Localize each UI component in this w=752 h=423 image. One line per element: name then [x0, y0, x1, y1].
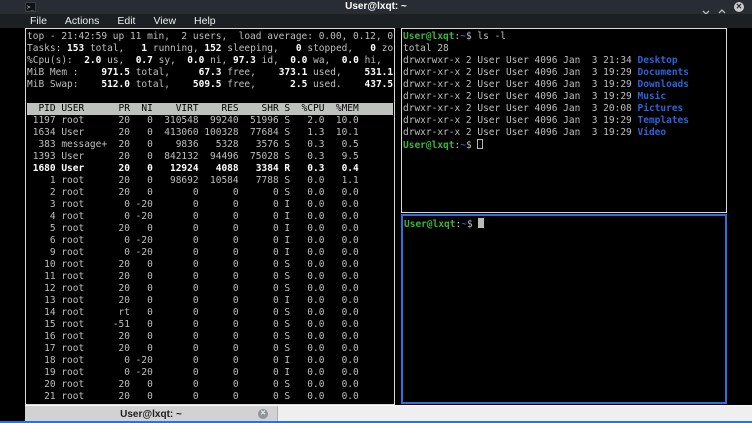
process-row: 21 root 20 0 0 0 0 S 0.0 0.0 [27, 391, 393, 403]
prompt-line: User@lxqt:~$ ls -l [403, 31, 725, 43]
process-row: 1 root 20 0 98692 10584 7788 S 0.0 1.1 [27, 175, 393, 187]
process-row: 2 root 20 0 0 0 0 S 0.0 0.0 [27, 187, 393, 199]
tab-strip: User@lxqt: ~ ✕ [25, 405, 752, 421]
menu-item-view[interactable]: View [144, 14, 185, 28]
qterminal-window: >_ User@lxqt: ~ ✕ File Actions Edit View… [0, 0, 752, 423]
process-row: 3 root 0 -20 0 0 0 I 0.0 0.0 [27, 199, 393, 211]
process-row: 10 root 20 0 0 0 0 S 0.0 0.0 [27, 259, 393, 271]
process-row: 6 root 0 -20 0 0 0 I 0.0 0.0 [27, 235, 393, 247]
minimize-button[interactable] [702, 3, 710, 11]
terminal-cursor [478, 218, 484, 228]
process-row: 18 root 0 -20 0 0 0 I 0.0 0.0 [27, 355, 393, 367]
process-row: 4 root 0 -20 0 0 0 I 0.0 0.0 [27, 211, 393, 223]
top-summary-line: top - 21:42:59 up 11 min, 2 users, load … [27, 31, 393, 43]
process-row: 16 root 20 0 0 0 0 S 0.0 0.0 [27, 331, 393, 343]
top-summary-line: %Cpu(s): 2.0 us, 0.7 sy, 0.0 ni, 97.3 id… [27, 55, 393, 67]
top-summary-line: MiB Swap: 512.0 total, 509.5 free, 2.5 u… [27, 79, 393, 91]
title-bar: >_ User@lxqt: ~ ✕ [0, 0, 752, 14]
blank-line [27, 91, 393, 103]
process-row: 14 root rt 0 0 0 0 S 0.0 0.0 [27, 307, 393, 319]
ls-output-line: drwxr-xr-x 2 User User 4096 Jan 3 19:29 … [403, 67, 725, 79]
menu-item-file[interactable]: File [21, 14, 56, 28]
terminal-cursor [477, 139, 483, 149]
terminal-pane-shell-top-right[interactable]: User@lxqt:~$ ls -ltotal 28drwxrwxr-x 2 U… [401, 28, 727, 213]
menu-item-edit[interactable]: Edit [108, 14, 144, 28]
ls-output-line: drwxr-xr-x 2 User User 4096 Jan 3 19:29 … [403, 79, 725, 91]
menu-item-help[interactable]: Help [185, 14, 225, 28]
process-row: 20 root 20 0 0 0 0 S 0.0 0.0 [27, 379, 393, 391]
process-row: 12 root 20 0 0 0 0 S 0.0 0.0 [27, 283, 393, 295]
ls-output-line: total 28 [403, 43, 725, 55]
tab-user-lxqt[interactable]: User@lxqt: ~ ✕ [25, 406, 278, 422]
process-row: 19 root 0 -20 0 0 0 I 0.0 0.0 [27, 367, 393, 379]
menu-item-actions[interactable]: Actions [56, 14, 108, 28]
process-row: 383 message+ 20 0 9836 5328 3576 S 0.3 0… [27, 139, 393, 151]
process-row: 5 root 20 0 0 0 0 I 0.0 0.0 [27, 223, 393, 235]
process-row: 1634 User 20 0 413060 100328 77684 S 1.3… [27, 127, 393, 139]
menu-bar: File Actions Edit View Help [0, 14, 752, 28]
tab-bar: User@lxqt: ~ ✕ [0, 405, 752, 421]
ls-output-line: drwxrwxr-x 2 User User 4096 Jan 3 21:34 … [403, 55, 725, 67]
top-summary-line: MiB Mem : 971.5 total, 67.3 free, 373.1 … [27, 67, 393, 79]
prompt-line: User@lxqt:~$ [403, 139, 725, 152]
terminal-pane-shell-bottom-right-active[interactable]: User@lxqt:~$ [401, 214, 727, 404]
process-row: 1393 User 20 0 842132 94496 75028 S 0.3 … [27, 151, 393, 163]
process-row: 15 root -51 0 0 0 0 S 0.0 0.0 [27, 319, 393, 331]
ls-output-line: drwxr-xr-x 2 User User 4096 Jan 3 20:08 … [403, 103, 725, 115]
maximize-button[interactable] [718, 3, 726, 11]
window-title: User@lxqt: ~ [0, 1, 752, 12]
close-icon: ✕ [736, 2, 743, 11]
process-row: 11 root 20 0 0 0 0 S 0.0 0.0 [27, 271, 393, 283]
terminal-pane-top-output[interactable]: top - 21:42:59 up 11 min, 2 users, load … [25, 28, 395, 405]
ls-output-line: drwxr-xr-x 2 User User 4096 Jan 3 19:29 … [403, 127, 725, 139]
process-row: 13 root 20 0 0 0 0 I 0.0 0.0 [27, 295, 393, 307]
process-row: 9 root 0 -20 0 0 0 I 0.0 0.0 [27, 247, 393, 259]
close-button[interactable]: ✕ [734, 2, 744, 12]
tab-label: User@lxqt: ~ [120, 409, 182, 420]
prompt-line: User@lxqt:~$ [404, 218, 724, 231]
ls-output-line: drwxr-xr-x 2 User User 4096 Jan 3 19:29 … [403, 115, 725, 127]
process-row: 17 root 20 0 0 0 0 S 0.0 0.0 [27, 343, 393, 355]
ls-output-line: drwxr-xr-x 2 User User 4096 Jan 3 19:29 … [403, 91, 725, 103]
top-summary-line: Tasks: 153 total, 1 running, 152 sleepin… [27, 43, 393, 55]
process-table-header: PID USER PR NI VIRT RES SHR S %CPU %MEM [27, 103, 393, 115]
tab-close-icon[interactable]: ✕ [258, 409, 268, 419]
process-row: 1197 root 20 0 310548 99240 51996 S 2.0 … [27, 115, 393, 127]
process-row-running: 1680 User 20 0 12924 4088 3384 R 0.3 0.4 [27, 163, 393, 175]
